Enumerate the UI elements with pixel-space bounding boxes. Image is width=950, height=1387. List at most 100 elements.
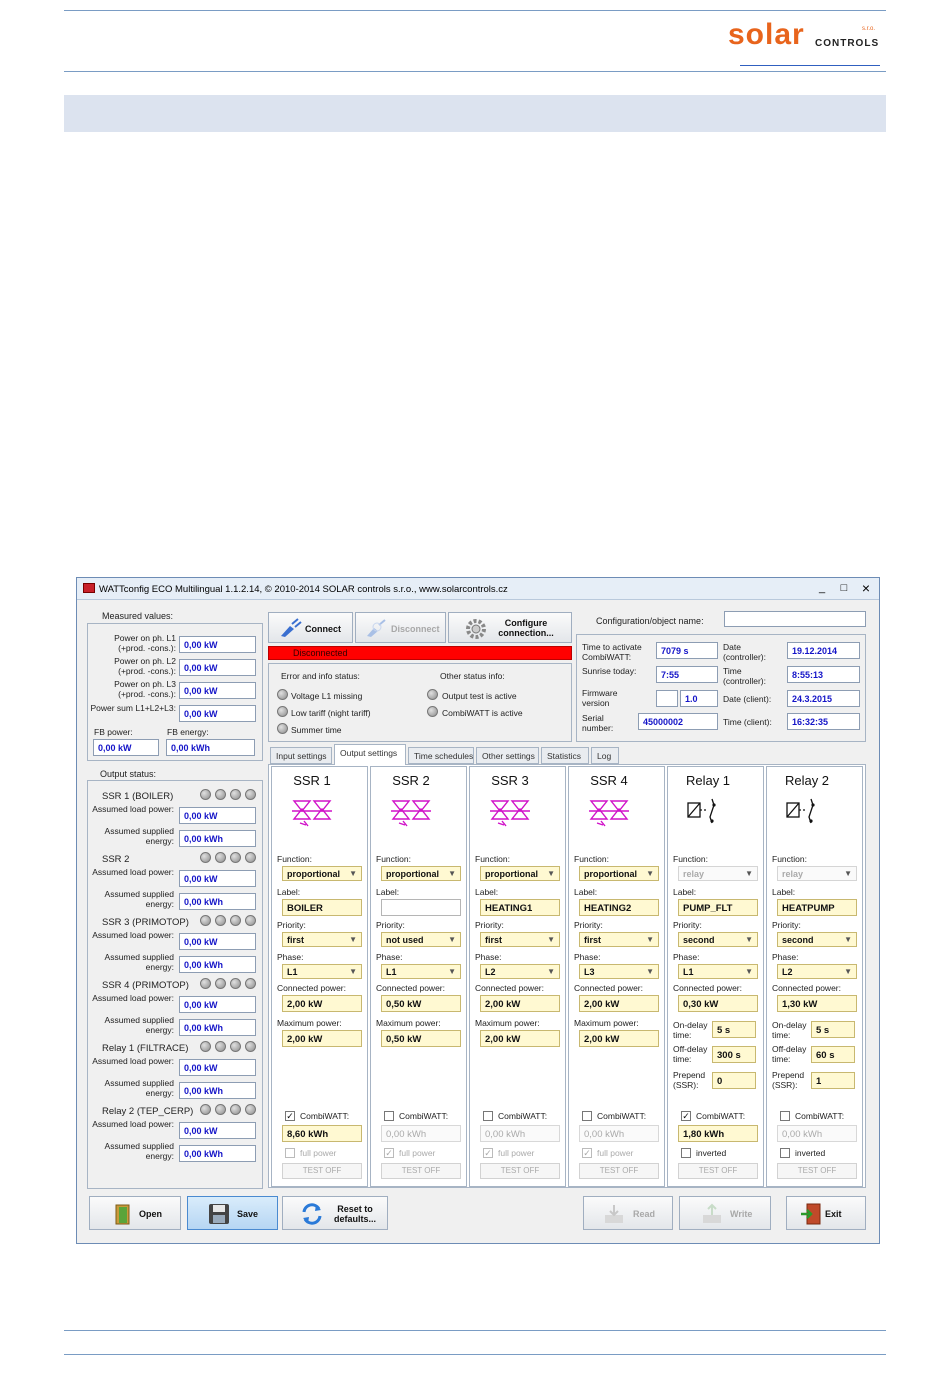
priority-select[interactable]: first ▼ <box>480 932 560 947</box>
tab-statistics[interactable]: Statistics <box>541 747 589 764</box>
date-controller-value: 19.12.2014 <box>787 642 860 659</box>
connected-power-label: Connected power: <box>376 983 445 993</box>
section-heading-bar <box>64 95 886 132</box>
combiwatt-checkbox[interactable]: ✓ <box>681 1111 691 1121</box>
combiwatt-checkbox[interactable] <box>384 1111 394 1121</box>
ssr-triac-icon <box>292 800 332 827</box>
status-led <box>215 1041 226 1052</box>
exit-door-icon <box>801 1203 821 1225</box>
combiwatt-checkbox[interactable] <box>780 1111 790 1121</box>
phase-select[interactable]: L1 ▼ <box>282 964 362 979</box>
exit-button[interactable]: Exit <box>786 1196 866 1230</box>
combiwatt-energy-input[interactable]: 1,80 kWh <box>678 1125 758 1142</box>
option-checkbox[interactable]: ✓ <box>384 1148 394 1158</box>
output-status-name: SSR 2 <box>102 854 130 865</box>
connected-power-input[interactable]: 0,30 kW <box>678 995 758 1012</box>
test-off-button[interactable]: TEST OFF <box>381 1163 461 1179</box>
close-button[interactable]: × <box>855 579 877 597</box>
read-button[interactable]: Read <box>583 1196 673 1230</box>
minimize-button[interactable]: _ <box>811 579 833 597</box>
tab-output-settings[interactable]: Output settings <box>334 744 406 765</box>
prepend-input[interactable]: 1 <box>811 1072 855 1089</box>
assumed-energy-value: 0,00 kWh <box>179 1145 256 1162</box>
connected-power-input[interactable]: 0,50 kW <box>381 995 461 1012</box>
connected-power-input[interactable]: 1,30 kW <box>777 995 857 1012</box>
phase-select[interactable]: L1 ▼ <box>678 964 758 979</box>
output-label-input[interactable]: PUMP_FLT <box>678 899 758 916</box>
maximum-power-input[interactable]: 2,00 kW <box>480 1030 560 1047</box>
configure-connection-button[interactable]: Configure connection... <box>448 612 572 643</box>
priority-select[interactable]: not used ▼ <box>381 932 461 947</box>
combiwatt-checkbox[interactable] <box>582 1111 592 1121</box>
tab-input-settings[interactable]: Input settings <box>270 747 332 764</box>
combiwatt-energy-input[interactable]: 8,60 kWh <box>282 1125 362 1142</box>
combiwatt-energy-input[interactable]: 0,00 kWh <box>381 1125 461 1142</box>
phase-select[interactable]: L2 ▼ <box>480 964 560 979</box>
off-delay-input[interactable]: 60 s <box>811 1046 855 1063</box>
output-label-input[interactable]: HEATING1 <box>480 899 560 916</box>
tab-log[interactable]: Log <box>591 747 619 764</box>
priority-select[interactable]: second ▼ <box>777 932 857 947</box>
on-delay-input[interactable]: 5 s <box>811 1021 855 1038</box>
maximize-button[interactable]: □ <box>833 579 855 597</box>
tab-other-settings[interactable]: Other settings <box>476 747 539 764</box>
output-label-input[interactable]: HEATPUMP <box>777 899 857 916</box>
combiwatt-energy-input[interactable]: 0,00 kWh <box>777 1125 857 1142</box>
function-select[interactable]: proportional ▼ <box>480 866 560 881</box>
function-label: Function: <box>772 854 807 864</box>
option-checkbox[interactable]: ✓ <box>483 1148 493 1158</box>
combiwatt-checkbox[interactable]: ✓ <box>285 1111 295 1121</box>
maximum-power-input[interactable]: 2,00 kW <box>579 1030 659 1047</box>
test-off-button[interactable]: TEST OFF <box>480 1163 560 1179</box>
connected-power-input[interactable]: 2,00 kW <box>579 995 659 1012</box>
option-checkbox[interactable] <box>780 1148 790 1158</box>
maximum-power-label: Maximum power: <box>376 1018 441 1028</box>
test-off-button[interactable]: TEST OFF <box>282 1163 362 1179</box>
function-select[interactable]: proportional ▼ <box>579 866 659 881</box>
phase-select[interactable]: L2 ▼ <box>777 964 857 979</box>
connected-power-label: Connected power: <box>475 983 544 993</box>
disconnect-button[interactable]: Disconnect <box>355 612 446 643</box>
option-checkbox[interactable]: ✓ <box>582 1148 592 1158</box>
priority-select[interactable]: second ▼ <box>678 932 758 947</box>
test-off-button[interactable]: TEST OFF <box>579 1163 659 1179</box>
output-label-input[interactable]: BOILER <box>282 899 362 916</box>
test-off-button[interactable]: TEST OFF <box>678 1163 758 1179</box>
function-select[interactable]: relay ▼ <box>678 866 758 881</box>
maximum-power-input[interactable]: 0,50 kW <box>381 1030 461 1047</box>
reset-defaults-button[interactable]: Reset to defaults... <box>282 1196 388 1230</box>
priority-select[interactable]: first ▼ <box>282 932 362 947</box>
maximum-power-input[interactable]: 2,00 kW <box>282 1030 362 1047</box>
connected-power-input[interactable]: 2,00 kW <box>282 995 362 1012</box>
on-delay-input[interactable]: 5 s <box>712 1021 756 1038</box>
function-select[interactable]: relay ▼ <box>777 866 857 881</box>
date-client-label: Date (client): <box>723 694 772 704</box>
tab-time-schedules[interactable]: Time schedules <box>408 747 474 764</box>
write-button[interactable]: Write <box>679 1196 771 1230</box>
combiwatt-energy-input[interactable]: 0,00 kWh <box>579 1125 659 1142</box>
power-l3-value: 0,00 kW <box>179 682 256 699</box>
save-button[interactable]: Save <box>187 1196 278 1230</box>
connect-button[interactable]: Connect <box>268 612 353 643</box>
prepend-input[interactable]: 0 <box>712 1072 756 1089</box>
phase-label: Phase: <box>772 952 799 962</box>
phase-select[interactable]: L1 ▼ <box>381 964 461 979</box>
function-select[interactable]: proportional ▼ <box>282 866 362 881</box>
measured-label: Power on ph. L1 (+prod. -cons.): <box>114 633 176 653</box>
option-checkbox[interactable] <box>285 1148 295 1158</box>
connected-power-input[interactable]: 2,00 kW <box>480 995 560 1012</box>
test-off-button[interactable]: TEST OFF <box>777 1163 857 1179</box>
option-checkbox[interactable] <box>681 1148 691 1158</box>
phase-select[interactable]: L3 ▼ <box>579 964 659 979</box>
priority-select[interactable]: first ▼ <box>579 932 659 947</box>
relay-symbol-icon <box>786 798 815 824</box>
combiwatt-checkbox[interactable] <box>483 1111 493 1121</box>
output-label-input[interactable] <box>381 899 461 916</box>
open-button[interactable]: Open <box>89 1196 181 1230</box>
chevron-down-icon: ▼ <box>745 935 753 944</box>
combiwatt-energy-input[interactable]: 0,00 kWh <box>480 1125 560 1142</box>
output-label-input[interactable]: HEATING2 <box>579 899 659 916</box>
off-delay-input[interactable]: 300 s <box>712 1046 756 1063</box>
config-name-input[interactable] <box>724 611 866 627</box>
function-select[interactable]: proportional ▼ <box>381 866 461 881</box>
